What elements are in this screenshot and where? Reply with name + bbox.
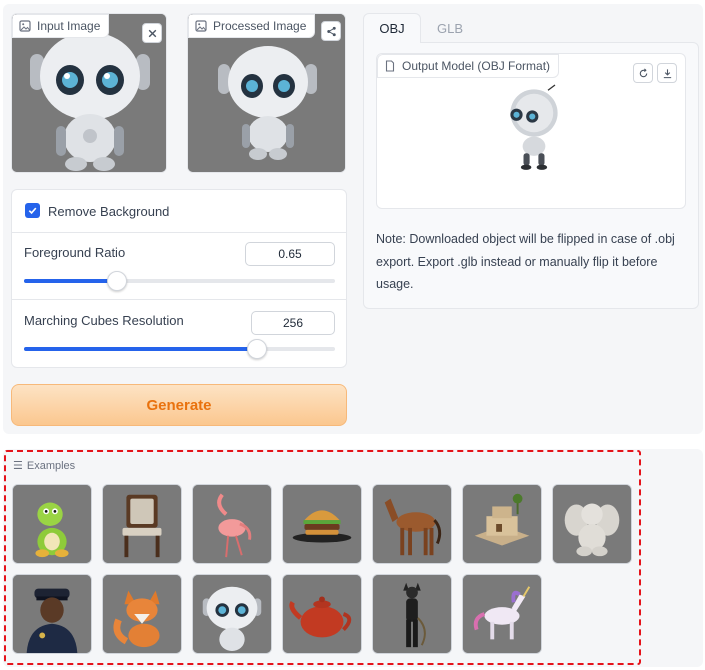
example-fox[interactable] (102, 574, 182, 654)
input-image-label: Input Image (12, 14, 110, 38)
example-flamingo[interactable] (192, 484, 272, 564)
examples-label: ☰ Examples (13, 459, 76, 473)
generate-button[interactable]: Generate (11, 384, 347, 426)
output-model-label: Output Model (OBJ Format) (377, 54, 560, 78)
download-icon (663, 68, 671, 78)
example-cherub[interactable] (552, 484, 632, 564)
remove-background-label: Remove Background (48, 204, 170, 219)
refresh-icon (639, 68, 647, 77)
input-image-label-text: Input Image (37, 19, 101, 33)
example-burger[interactable] (282, 484, 362, 564)
example-robot[interactable] (192, 574, 272, 654)
slider-fill (24, 279, 117, 283)
processed-image-panel: Processed Image (187, 13, 346, 173)
mc-resolution-label: Marching Cubes Resolution (24, 313, 184, 328)
foreground-ratio-slider[interactable] (24, 271, 335, 291)
input-image-panel[interactable]: Input Image (11, 13, 167, 173)
tab-glb[interactable]: GLB (424, 13, 476, 43)
slider-thumb[interactable] (247, 339, 267, 359)
output-model-viewer[interactable]: Output Model (OBJ Format) (376, 53, 686, 209)
example-catwoman[interactable] (372, 574, 452, 654)
example-teapot[interactable] (282, 574, 362, 654)
processed-image-label: Processed Image (188, 14, 316, 38)
clear-image-button[interactable] (142, 23, 162, 43)
download-button[interactable] (657, 63, 677, 83)
example-unicorn[interactable] (462, 574, 542, 654)
example-horse[interactable] (372, 484, 452, 564)
tab-obj[interactable]: OBJ (363, 13, 421, 43)
foreground-ratio-input[interactable]: 0.65 (245, 242, 335, 266)
example-house[interactable] (462, 484, 542, 564)
mc-resolution-slider[interactable] (24, 339, 335, 359)
check-icon (28, 207, 37, 215)
3d-model-preview (510, 84, 558, 170)
divider (12, 232, 346, 233)
slider-fill (24, 347, 257, 351)
reset-view-button[interactable] (633, 63, 653, 83)
controls-panel: Remove Background Foreground Ratio 0.65 … (11, 189, 347, 368)
mc-resolution-input[interactable]: 256 (251, 311, 335, 335)
output-model-label-text: Output Model (OBJ Format) (402, 59, 551, 73)
slider-thumb[interactable] (107, 271, 127, 291)
divider (12, 299, 346, 300)
list-icon: ☰ (13, 460, 23, 472)
example-dinosaur[interactable] (12, 484, 92, 564)
close-icon (148, 29, 156, 37)
note-text: Note: Downloaded object will be flipped … (376, 232, 675, 291)
image-icon (19, 20, 31, 32)
file-icon (385, 60, 395, 72)
share-icon (326, 26, 336, 36)
foreground-ratio-label: Foreground Ratio (24, 245, 126, 260)
image-icon (195, 20, 207, 32)
examples-label-text: Examples (26, 459, 76, 472)
remove-background-checkbox[interactable] (25, 203, 40, 218)
processed-image-label-text: Processed Image (213, 19, 307, 33)
share-button[interactable] (321, 21, 341, 41)
example-chair[interactable] (102, 484, 182, 564)
example-police-officer[interactable] (12, 574, 92, 654)
